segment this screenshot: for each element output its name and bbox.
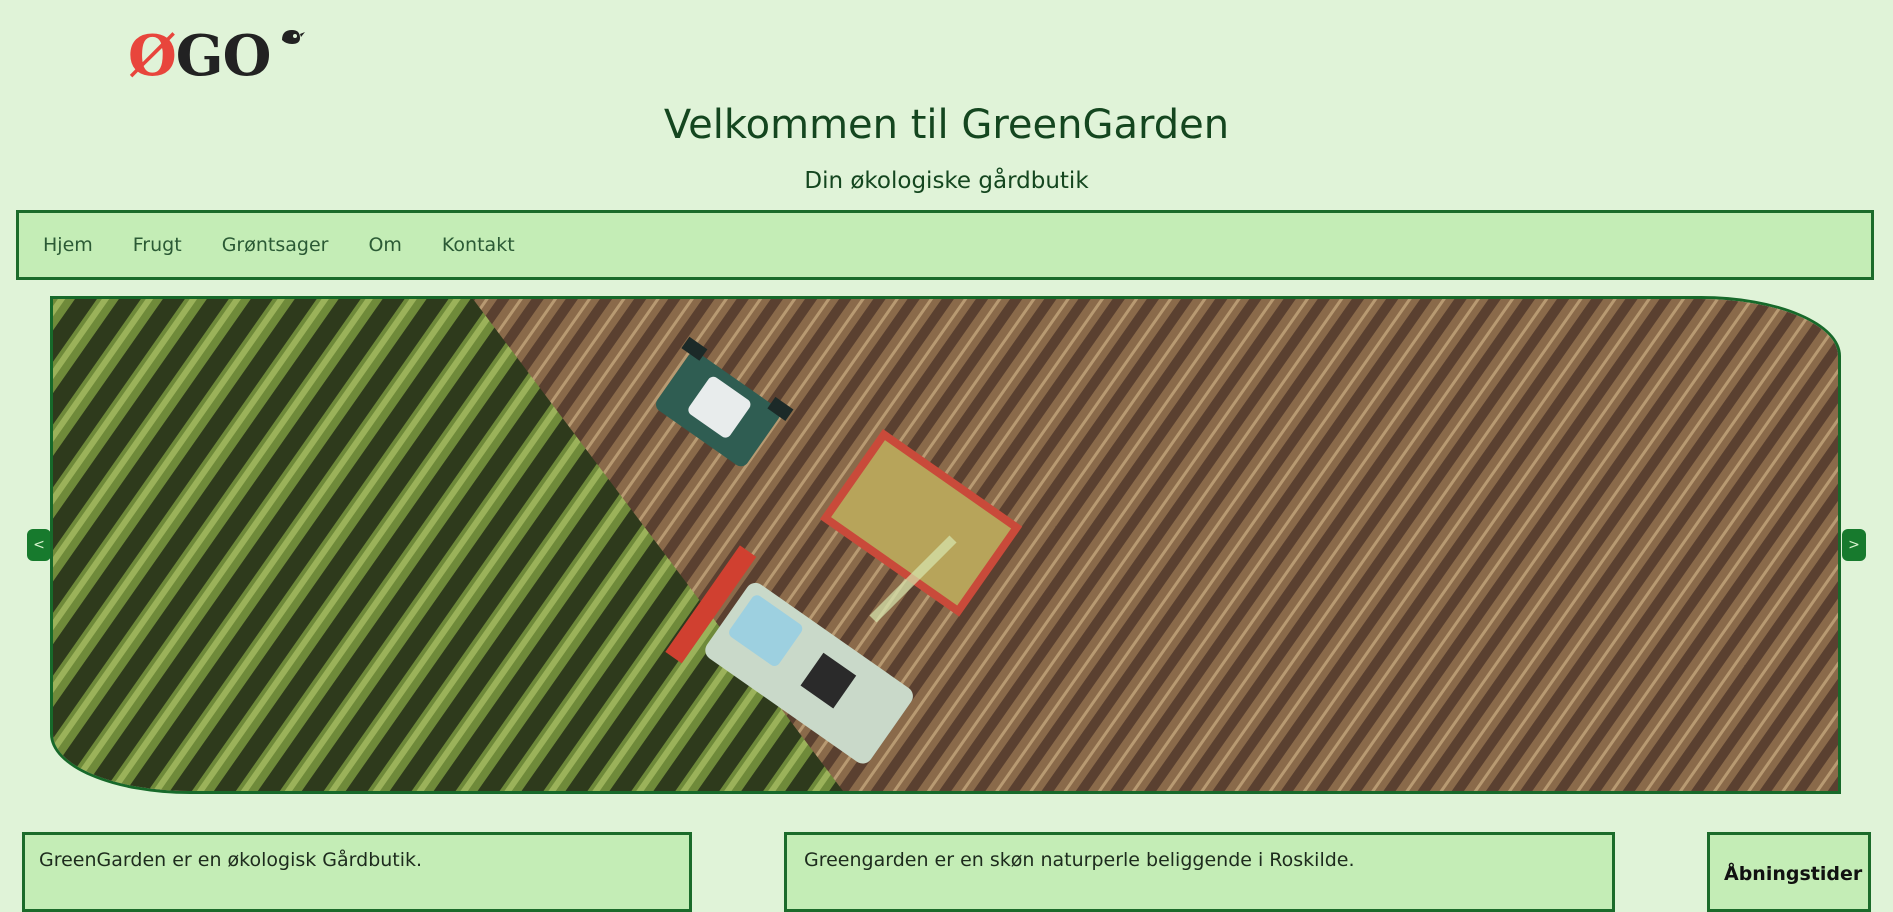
location-box: Greengarden er en skøn naturperle beligg… xyxy=(784,832,1615,912)
intro-box: GreenGarden er en økologisk Gårdbutik. xyxy=(22,832,692,912)
nav-item-kontakt[interactable]: Kontakt xyxy=(442,234,515,256)
page-subtitle: Din økologiske gårdbutik xyxy=(804,168,1089,194)
nav-item-hjem[interactable]: Hjem xyxy=(43,234,93,256)
aerial-field-harvest-image xyxy=(53,299,1838,791)
nav-item-frugt[interactable]: Frugt xyxy=(133,234,182,256)
nav-item-grontsager[interactable]: Grøntsager xyxy=(222,234,329,256)
bird-icon xyxy=(282,30,305,44)
opening-hours-title: Åbningstider xyxy=(1724,863,1863,885)
slider-prev-button[interactable]: < xyxy=(27,529,51,561)
logo-letter-o: Ø xyxy=(128,23,177,89)
logo[interactable]: ØGO xyxy=(128,28,308,84)
main-nav: Hjem Frugt Grøntsager Om Kontakt xyxy=(16,210,1874,280)
opening-hours-box: Åbningstider xyxy=(1707,832,1871,912)
logo-letters-go: GO xyxy=(175,23,272,89)
hero-slider xyxy=(50,296,1841,794)
slider-next-button[interactable]: > xyxy=(1842,529,1866,561)
nav-item-om[interactable]: Om xyxy=(368,234,401,256)
page-title: Velkommen til GreenGarden xyxy=(663,102,1230,148)
